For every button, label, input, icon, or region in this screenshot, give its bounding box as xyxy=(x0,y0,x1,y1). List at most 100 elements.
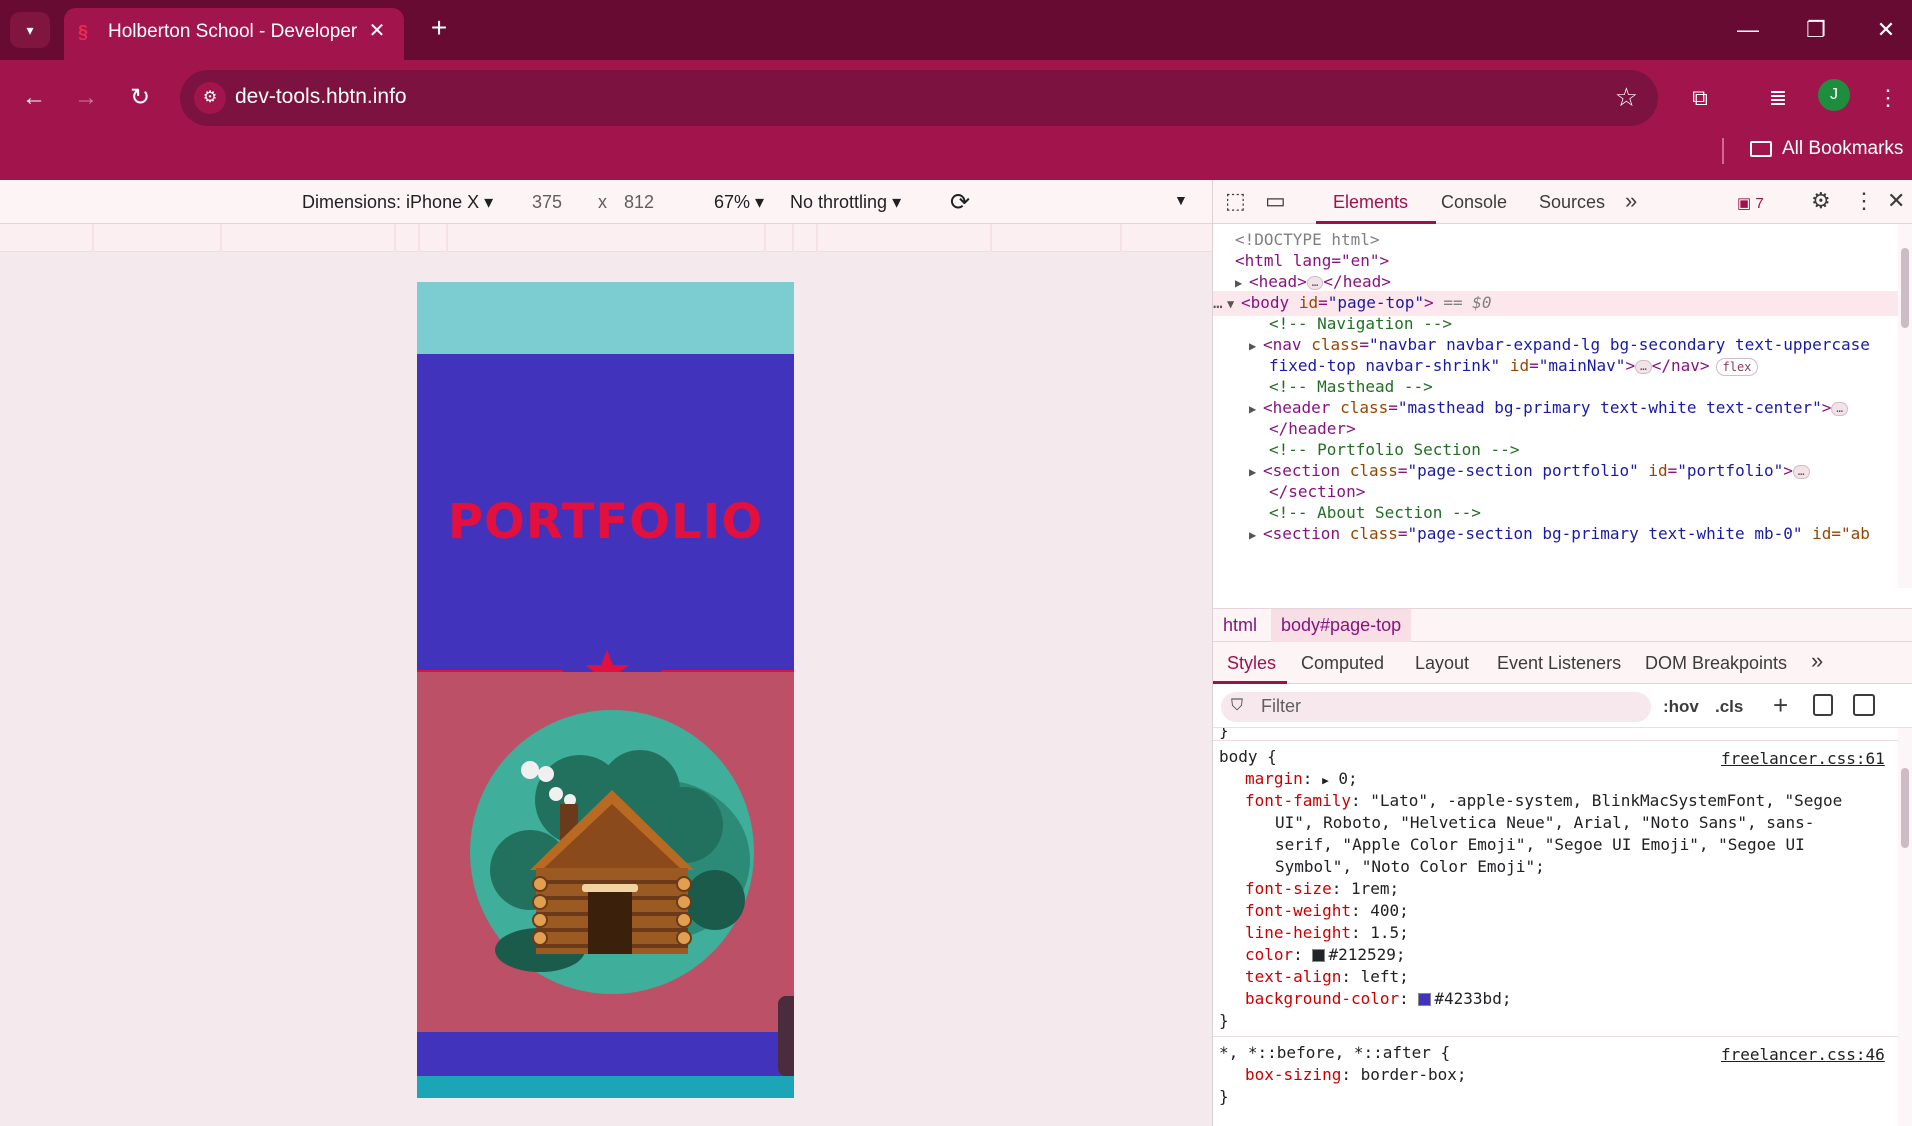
decl-color[interactable]: color: #212529; xyxy=(1245,944,1406,966)
tab-elements[interactable]: Elements xyxy=(1333,192,1408,213)
bookmark-star-icon[interactable]: ☆ xyxy=(1615,82,1638,113)
portfolio-card[interactable] xyxy=(417,672,794,1032)
decl-font-family[interactable]: font-family: "Lato", -apple-system, Blin… xyxy=(1245,790,1842,812)
tab-event-listeners[interactable]: Event Listeners xyxy=(1497,653,1621,674)
device-icon[interactable]: ▭ xyxy=(1265,188,1286,214)
dimensions-select[interactable]: Dimensions: iPhone X ▾ xyxy=(302,192,493,213)
breadcrumb-body[interactable]: body#page-top xyxy=(1271,609,1412,643)
reload-icon[interactable]: ↻ xyxy=(120,78,160,118)
menu-icon[interactable]: ⋮ xyxy=(1868,78,1908,118)
zoom-label: 67% xyxy=(714,192,751,212)
plus-icon[interactable]: + xyxy=(424,14,454,44)
all-bookmarks-button[interactable]: All Bookmarks xyxy=(1750,138,1903,160)
paint-icon[interactable] xyxy=(1813,694,1833,716)
dimensions-label: Dimensions: iPhone X xyxy=(302,192,480,212)
device-screen[interactable]: PORTFOLIO xyxy=(417,282,794,1098)
styles-scrollbar[interactable] xyxy=(1898,728,1912,1126)
avatar[interactable]: J xyxy=(1818,79,1850,111)
device-more-icon[interactable]: ▼ xyxy=(1174,192,1188,208)
issues-count: 7 xyxy=(1755,195,1764,212)
tab-title: Holberton School - Developer t xyxy=(108,21,358,42)
decl-font-family-3: serif, "Apple Color Emoji", "Segoe UI Em… xyxy=(1275,835,1805,854)
flex-badge[interactable]: flex xyxy=(1715,358,1759,376)
breadcrumb-html[interactable]: html xyxy=(1223,615,1257,636)
address-bar[interactable]: ⚙ dev-tools.hbtn.info ☆ xyxy=(180,70,1658,126)
decl-font-weight[interactable]: font-weight: 400; xyxy=(1245,900,1409,922)
issues-icon[interactable]: ▣ 7 xyxy=(1737,194,1764,212)
decl-margin[interactable]: margin: ▶ 0; xyxy=(1245,768,1358,792)
media-icon[interactable]: ≣ xyxy=(1758,78,1798,118)
back-icon[interactable]: ← xyxy=(14,78,54,118)
tab-layout[interactable]: Layout xyxy=(1415,653,1469,674)
universal-selector[interactable]: *, *::before, *::after { xyxy=(1219,1042,1450,1064)
tab-dom-breakpoints[interactable]: DOM Breakpoints xyxy=(1645,653,1787,674)
device-toolbar: Dimensions: iPhone X ▾ 375 x 812 67% ▾ N… xyxy=(0,180,1212,224)
decl-box-sizing[interactable]: box-sizing: border-box; xyxy=(1245,1064,1467,1086)
device-scroll-handle[interactable] xyxy=(778,996,794,1076)
close-icon[interactable]: ✕ xyxy=(364,18,390,44)
more-style-tabs-icon[interactable]: » xyxy=(1811,648,1823,674)
decl-text-align[interactable]: text-align: left; xyxy=(1245,966,1409,988)
dom-section-about[interactable]: ▶ <section class="page-section bg-primary… xyxy=(1249,522,1912,547)
height-input[interactable]: 812 xyxy=(624,192,654,213)
holberton-favicon: § xyxy=(78,22,89,42)
devtools-panel: ⬚ ▭ Elements Console Sources » ▣ 7 ⚙ ⋮ ✕… xyxy=(1212,180,1912,1126)
site-info-icon[interactable]: ⚙ xyxy=(194,82,226,114)
url-text[interactable]: dev-tools.hbtn.info xyxy=(235,85,407,109)
close-window-icon[interactable]: ✕ xyxy=(1866,12,1906,48)
dom-scrollbar[interactable] xyxy=(1898,224,1912,588)
width-input[interactable]: 375 xyxy=(532,192,562,213)
tab-styles[interactable]: Styles xyxy=(1227,653,1276,674)
portfolio-heading: PORTFOLIO xyxy=(447,494,764,550)
throttling-label: No throttling xyxy=(790,192,888,212)
restore-icon[interactable]: ❐ xyxy=(1796,12,1836,48)
decl-font-family-4: Symbol", "Noto Color Emoji"; xyxy=(1275,857,1545,876)
color-swatch[interactable] xyxy=(1312,949,1326,962)
body-selector[interactable]: body { xyxy=(1219,746,1277,768)
media-query-ruler[interactable] xyxy=(0,224,1212,252)
forward-icon[interactable]: → xyxy=(66,78,106,118)
sidebar-icon[interactable] xyxy=(1853,694,1875,716)
filter-input[interactable]: Filter xyxy=(1221,692,1651,722)
devtools-tabbar: ⬚ ▭ Elements Console Sources » ▣ 7 ⚙ ⋮ ✕ xyxy=(1213,180,1912,224)
bookmarks-divider xyxy=(1722,138,1724,164)
body-rule-source[interactable]: freelancer.css:61 xyxy=(1721,748,1885,770)
extensions-icon[interactable]: ⧉ xyxy=(1680,78,1720,118)
dom-tree[interactable]: <!DOCTYPE html> <html lang="en"> ▶ <head>… xyxy=(1213,224,1912,588)
decl-font-family-2: UI", Roboto, "Helvetica Neue", Arial, "N… xyxy=(1275,813,1815,832)
portfolio-hero: PORTFOLIO xyxy=(417,354,794,691)
all-bookmarks-label: All Bookmarks xyxy=(1782,138,1904,159)
decl-font-size[interactable]: font-size: 1rem; xyxy=(1245,878,1399,900)
inspect-icon[interactable]: ⬚ xyxy=(1225,188,1246,214)
rotate-icon[interactable]: ⟳ xyxy=(950,188,970,217)
collapse-icon[interactable]: ▼ xyxy=(1227,292,1241,316)
about-band xyxy=(417,1032,794,1076)
cls-toggle[interactable]: .cls xyxy=(1715,697,1743,717)
kebab-icon[interactable]: ⋮ xyxy=(1853,188,1875,214)
new-style-rule-icon[interactable]: + xyxy=(1773,690,1788,721)
browser-tab[interactable]: § Holberton School - Developer t ✕ xyxy=(64,8,404,60)
more-tabs-icon[interactable]: » xyxy=(1625,188,1637,214)
hov-toggle[interactable]: :hov xyxy=(1663,697,1699,717)
tab-sources[interactable]: Sources xyxy=(1539,192,1605,213)
styles-filter-bar: Filter ⛉ :hov .cls + xyxy=(1213,684,1912,728)
throttling-select[interactable]: No throttling ▾ xyxy=(790,192,901,213)
bg-color-swatch[interactable] xyxy=(1418,993,1432,1006)
browser-toolbar: ← → ↻ ⚙ dev-tools.hbtn.info ☆ ⧉ ≣ J ⋮ Al… xyxy=(0,60,1912,180)
minimize-icon[interactable]: — xyxy=(1728,12,1768,48)
filter-icon: ⛉ xyxy=(1231,697,1244,714)
styles-tabbar: Styles Computed Layout Event Listeners D… xyxy=(1213,642,1912,684)
settings-icon[interactable]: ⚙ xyxy=(1811,188,1831,214)
decl-background-color[interactable]: background-color: #4233bd; xyxy=(1245,988,1511,1010)
tab-search-icon[interactable]: ▾ xyxy=(10,12,50,48)
tab-console[interactable]: Console xyxy=(1441,192,1507,213)
close-devtools-icon[interactable]: ✕ xyxy=(1887,188,1905,214)
zoom-select[interactable]: 67% ▾ xyxy=(714,192,764,213)
breadcrumb: html body#page-top xyxy=(1213,608,1912,643)
decl-line-height[interactable]: line-height: 1.5; xyxy=(1245,922,1409,944)
universal-rule-close: } xyxy=(1219,1087,1229,1106)
universal-rule-source[interactable]: freelancer.css:46 xyxy=(1721,1044,1885,1066)
tab-computed[interactable]: Computed xyxy=(1301,653,1384,674)
folder-icon xyxy=(1750,141,1772,157)
styles-pane[interactable]: } body { freelancer.css:61 margin: ▶ 0; … xyxy=(1213,728,1912,1126)
